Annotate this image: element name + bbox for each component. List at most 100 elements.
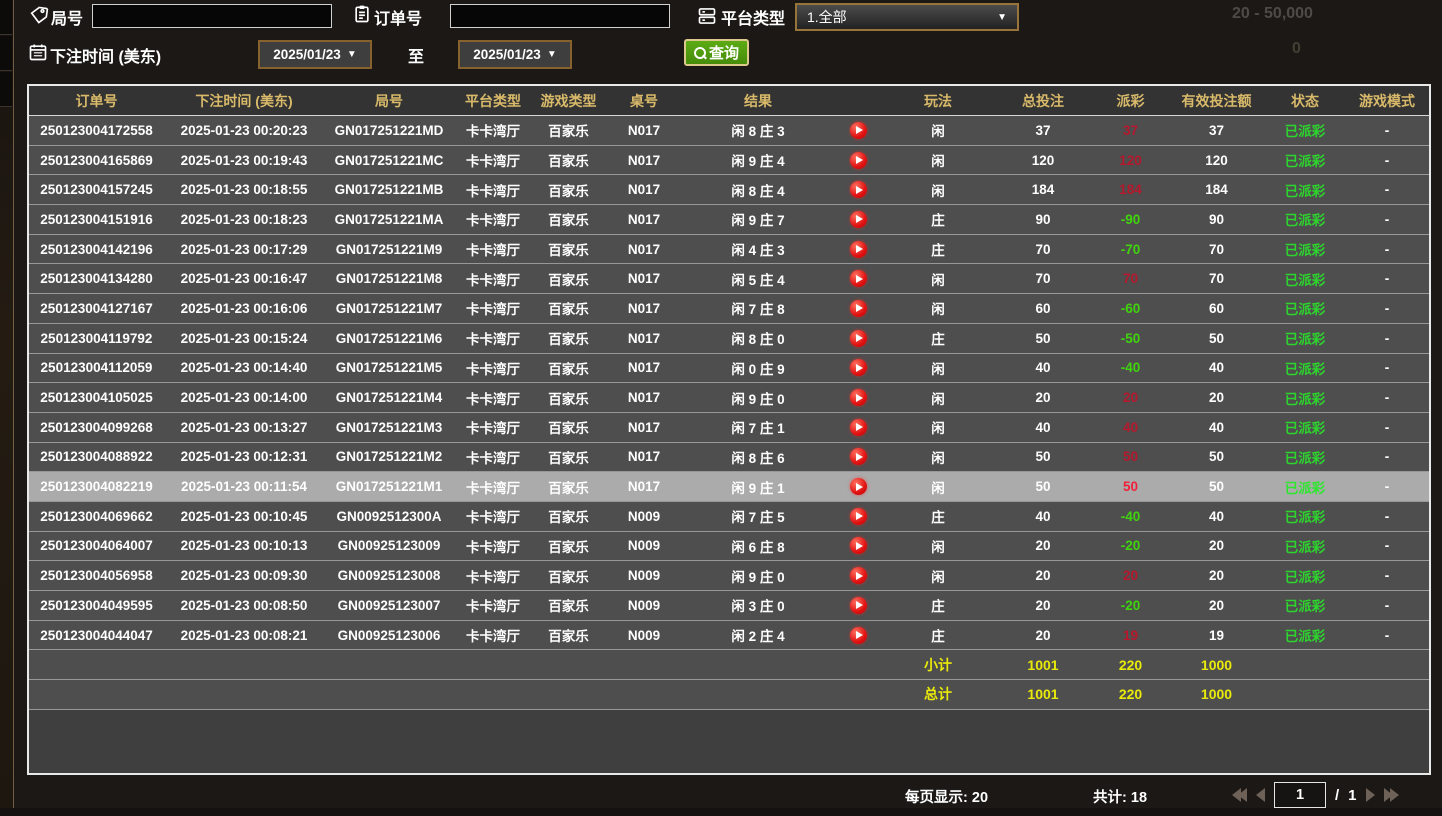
cell-status: 已派彩 [1265, 566, 1345, 586]
cell-status: 已派彩 [1265, 209, 1345, 229]
table-row[interactable]: 2501230041120592025-01-23 00:14:40GN0172… [29, 354, 1429, 384]
platform-type-select[interactable]: 1.全部 ▼ [795, 3, 1019, 31]
cell-round-no: GN017251221M3 [324, 420, 454, 435]
cell-game-type: 百家乐 [532, 209, 605, 229]
play-video-icon[interactable] [850, 448, 867, 465]
column-header: 状态 [1265, 91, 1345, 111]
cell-game-type: 百家乐 [532, 595, 605, 615]
play-video-icon[interactable] [850, 152, 867, 169]
cell-order-no: 250123004112059 [29, 360, 164, 375]
play-video-icon[interactable] [850, 181, 867, 198]
play-video-icon[interactable] [850, 122, 867, 139]
cell-play [833, 211, 883, 228]
tag-icon [29, 5, 49, 25]
cell-table-no: N017 [605, 153, 683, 168]
date-from-picker[interactable]: 2025/01/23 ▼ [258, 40, 372, 69]
cell-bet-time: 2025-01-23 00:08:21 [164, 628, 324, 643]
play-video-icon[interactable] [850, 359, 867, 376]
round-no-input[interactable] [92, 4, 332, 28]
query-button[interactable]: 查询 [684, 39, 749, 66]
cell-status: 已派彩 [1265, 298, 1345, 318]
cell-order-no: 250123004056958 [29, 568, 164, 583]
cell-table-no: N009 [605, 538, 683, 553]
cell-game-type: 百家乐 [532, 388, 605, 408]
table-row[interactable]: 2501230041519162025-01-23 00:18:23GN0172… [29, 205, 1429, 235]
chevron-down-icon: ▼ [347, 49, 357, 60]
table-row[interactable]: 2501230041342802025-01-23 00:16:47GN0172… [29, 264, 1429, 294]
play-video-icon[interactable] [850, 508, 867, 525]
cell-round-no: GN00925123007 [324, 598, 454, 613]
cell-round-no: GN00925123008 [324, 568, 454, 583]
cell-order-no: 250123004157245 [29, 182, 164, 197]
table-row[interactable]: 2501230040889222025-01-23 00:12:31GN0172… [29, 443, 1429, 473]
table-row[interactable]: 2501230040440472025-01-23 00:08:21GN0092… [29, 621, 1429, 651]
cell-payout: -70 [1093, 242, 1168, 257]
play-video-icon[interactable] [850, 270, 867, 287]
table-row[interactable]: 2501230041271672025-01-23 00:16:06GN0172… [29, 294, 1429, 324]
table-row[interactable]: 2501230040495952025-01-23 00:08:50GN0092… [29, 591, 1429, 621]
play-video-icon[interactable] [850, 419, 867, 436]
grand-total-row: 总计10012201000 [29, 680, 1429, 710]
cell-result: 闲 7 庄 8 [683, 298, 833, 318]
cell-play [833, 567, 883, 584]
search-icon [694, 47, 706, 59]
cell-game-mode: - [1345, 479, 1429, 494]
cell-status: 已派彩 [1265, 239, 1345, 259]
next-page-button[interactable] [1366, 788, 1375, 802]
cell-table-no: N009 [605, 628, 683, 643]
cell-table-no: N017 [605, 449, 683, 464]
table-row[interactable]: 2501230040696622025-01-23 00:10:45GN0092… [29, 502, 1429, 532]
table-row[interactable]: 2501230041197922025-01-23 00:15:24GN0172… [29, 324, 1429, 354]
table-row[interactable]: 2501230041421962025-01-23 00:17:29GN0172… [29, 235, 1429, 265]
cell-platform: 卡卡湾厅 [454, 269, 532, 289]
play-video-icon[interactable] [850, 211, 867, 228]
cell-payout: 50 [1093, 449, 1168, 464]
cell-bet-time: 2025-01-23 00:14:40 [164, 360, 324, 375]
play-video-icon[interactable] [850, 478, 867, 495]
table-row[interactable]: 2501230041658692025-01-23 00:19:43GN0172… [29, 146, 1429, 176]
cell-play [833, 537, 883, 554]
cell-total-bet: 60 [993, 301, 1093, 316]
table-row[interactable]: 2501230041050252025-01-23 00:14:00GN0172… [29, 383, 1429, 413]
table-header-row: 订单号下注时间 (美东)局号平台类型游戏类型桌号结果玩法总投注派彩有效投注额状态… [29, 86, 1429, 116]
cell-total-bet: 70 [993, 271, 1093, 286]
play-video-icon[interactable] [850, 300, 867, 317]
cell-result: 闲 7 庄 5 [683, 506, 833, 526]
cell-total-bet: 70 [993, 242, 1093, 257]
cell-play-type: 闲 [883, 358, 993, 378]
first-page-button[interactable] [1232, 788, 1247, 802]
table-row[interactable]: 2501230040992682025-01-23 00:13:27GN0172… [29, 413, 1429, 443]
cell-play-type: 闲 [883, 536, 993, 556]
play-video-icon[interactable] [850, 627, 867, 644]
play-video-icon[interactable] [850, 389, 867, 406]
cell-play [833, 241, 883, 258]
play-video-icon[interactable] [850, 330, 867, 347]
grand-total-row-cell: 总计 [883, 684, 993, 704]
cell-game-type: 百家乐 [532, 120, 605, 140]
cell-result: 闲 2 庄 4 [683, 625, 833, 645]
subtotal-row-cell: 小计 [883, 655, 993, 675]
play-video-icon[interactable] [850, 241, 867, 258]
date-to-picker[interactable]: 2025/01/23 ▼ [458, 40, 572, 69]
order-no-input[interactable] [450, 4, 670, 28]
table-row[interactable]: 2501230040822192025-01-23 00:11:54GN0172… [29, 472, 1429, 502]
cell-play-type: 闲 [883, 388, 993, 408]
table-row[interactable]: 2501230040640072025-01-23 00:10:13GN0092… [29, 532, 1429, 562]
page-number-input[interactable] [1274, 782, 1326, 808]
cell-bet-time: 2025-01-23 00:08:50 [164, 598, 324, 613]
cell-game-mode: - [1345, 123, 1429, 138]
cell-play [833, 419, 883, 436]
play-video-icon[interactable] [850, 597, 867, 614]
cell-platform: 卡卡湾厅 [454, 209, 532, 229]
table-row[interactable]: 2501230040569582025-01-23 00:09:30GN0092… [29, 561, 1429, 591]
prev-page-button[interactable] [1256, 788, 1265, 802]
chevron-down-icon: ▼ [997, 12, 1007, 23]
play-video-icon[interactable] [850, 537, 867, 554]
background-block [0, 36, 12, 71]
play-video-icon[interactable] [850, 567, 867, 584]
cell-play-type: 闲 [883, 477, 993, 497]
last-page-button[interactable] [1384, 788, 1399, 802]
table-row[interactable]: 2501230041725582025-01-23 00:20:23GN0172… [29, 116, 1429, 146]
table-row[interactable]: 2501230041572452025-01-23 00:18:55GN0172… [29, 175, 1429, 205]
cell-platform: 卡卡湾厅 [454, 625, 532, 645]
